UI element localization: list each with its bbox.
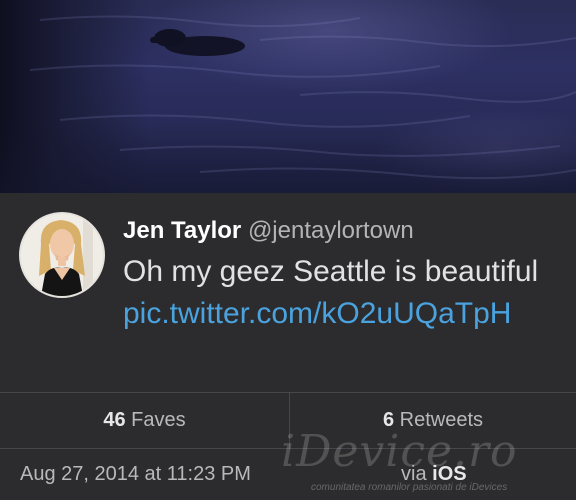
tweet-photo[interactable]: [0, 0, 576, 193]
tweet-timestamp: Aug 27, 2014 at 11:23 PM: [20, 463, 251, 485]
via-prefix: via: [401, 463, 427, 485]
tweet-content: Jen Taylor @jentaylortown Oh my geez Sea…: [123, 214, 563, 335]
dog-silhouette: [150, 29, 245, 56]
tweet-link[interactable]: pic.twitter.com/kO2uUQaTpH: [123, 297, 511, 330]
retweets-stat[interactable]: 6 Retweets: [290, 407, 576, 433]
profile-photo: [21, 214, 103, 296]
faves-count: 46: [103, 409, 126, 431]
author-name[interactable]: Jen Taylor: [123, 217, 241, 244]
author-handle[interactable]: @jentaylortown: [248, 217, 414, 244]
divider-top: [0, 392, 576, 393]
author-line: Jen Taylor @jentaylortown: [123, 214, 563, 248]
faves-label: Faves: [131, 409, 186, 431]
faves-stat[interactable]: 46 Faves: [0, 407, 289, 433]
photo-water-ripples: [29, 15, 576, 180]
retweets-count: 6: [382, 409, 395, 431]
tweet-text-plain: Oh my geez Seattle is beautiful: [123, 255, 539, 288]
divider-bottom: [0, 448, 576, 449]
via-app-link[interactable]: iOS: [432, 463, 466, 485]
retweets-label: Retweets: [399, 409, 484, 431]
tweet-text: Oh my geez Seattle is beautiful pic.twit…: [123, 251, 563, 335]
source-app: via iOS: [401, 461, 467, 487]
avatar[interactable]: [19, 212, 105, 298]
